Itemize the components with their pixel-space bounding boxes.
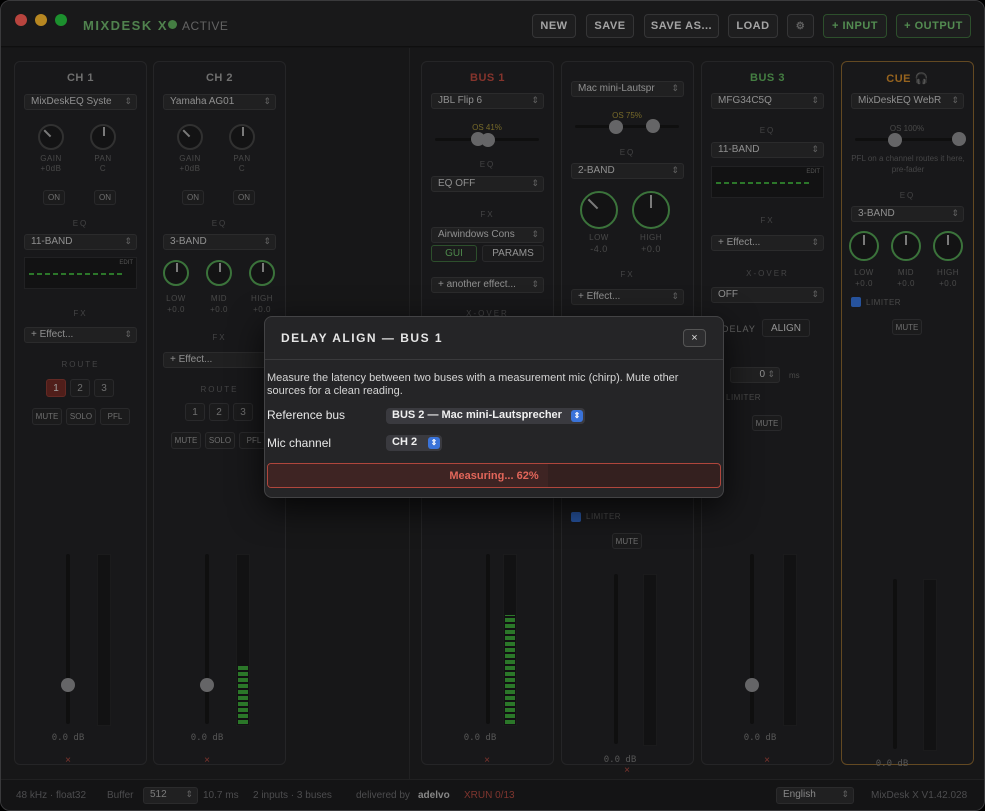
progress-label: Measuring... 62%: [449, 470, 539, 482]
mic-channel-label: Mic channel: [267, 436, 332, 450]
reference-bus-value: BUS 2 — Mac mini-Lautsprecher: [392, 409, 562, 421]
mic-channel-value: CH 2: [392, 436, 418, 448]
dialog-description: Measure the latency between two buses wi…: [267, 372, 679, 397]
mic-channel-select[interactable]: CH 2 ⇕: [386, 435, 442, 451]
delay-align-dialog: DELAY ALIGN — BUS 1 × Measure the latenc…: [264, 316, 724, 498]
reference-bus-label: Reference bus: [267, 408, 346, 422]
chevron-updown-icon: ⇕: [571, 410, 583, 422]
reference-bus-select[interactable]: BUS 2 — Mac mini-Lautsprecher ⇕: [386, 408, 585, 424]
close-dialog-button[interactable]: ×: [683, 329, 706, 347]
chevron-updown-icon: ⇕: [428, 437, 440, 449]
dialog-divider: [265, 359, 723, 360]
app-window: MIXDESK X ACTIVE NEW SAVE SAVE AS... LOA…: [0, 0, 985, 811]
measure-progress-bar: Measuring... 62%: [267, 463, 721, 488]
dialog-title: DELAY ALIGN — BUS 1: [281, 331, 444, 345]
